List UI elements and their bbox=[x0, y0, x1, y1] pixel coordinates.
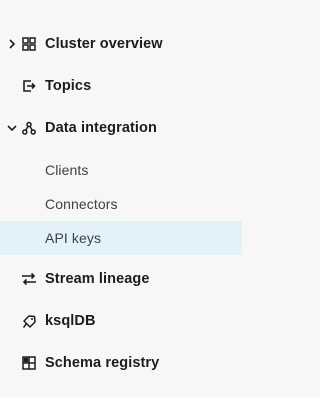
chevron-right-icon[interactable] bbox=[7, 38, 17, 50]
sidebar-item-schema-registry[interactable]: Schema registry bbox=[0, 344, 242, 382]
sidebar-item-ksqldb[interactable]: ksqlDB bbox=[0, 302, 242, 340]
topic-icon bbox=[21, 78, 37, 94]
sidebar-item-label: ksqlDB bbox=[45, 313, 96, 329]
schema-registry-icon bbox=[21, 355, 37, 371]
sidebar-item-label: Cluster overview bbox=[45, 36, 163, 52]
sidebar-item-data-integration[interactable]: Data integration bbox=[0, 109, 242, 147]
sidebar-item-label: Schema registry bbox=[45, 355, 160, 371]
sidebar-item-cluster-overview[interactable]: Cluster overview bbox=[0, 25, 242, 63]
sidebar-item-stream-lineage[interactable]: Stream lineage bbox=[0, 260, 242, 298]
chevron-down-icon[interactable] bbox=[7, 122, 17, 134]
integration-icon bbox=[21, 120, 37, 136]
sidebar-item-label: Data integration bbox=[45, 120, 157, 136]
sidebar-item-label: Stream lineage bbox=[45, 271, 150, 287]
sidebar-subitem-label: Clients bbox=[45, 162, 89, 178]
sidebar-item-label: Topics bbox=[45, 78, 92, 94]
grid-icon bbox=[21, 36, 37, 52]
sidebar-subitem-clients[interactable]: Clients bbox=[0, 153, 242, 187]
sidebar-subitem-label: Connectors bbox=[45, 196, 118, 212]
ksqldb-icon bbox=[21, 313, 37, 329]
sidebar-item-topics[interactable]: Topics bbox=[0, 67, 242, 105]
sidebar-subitem-label: API keys bbox=[45, 230, 102, 246]
sidebar-subitem-connectors[interactable]: Connectors bbox=[0, 187, 242, 221]
stream-lineage-icon bbox=[21, 271, 37, 287]
sidebar-subitem-api-keys[interactable]: API keys bbox=[0, 221, 242, 255]
